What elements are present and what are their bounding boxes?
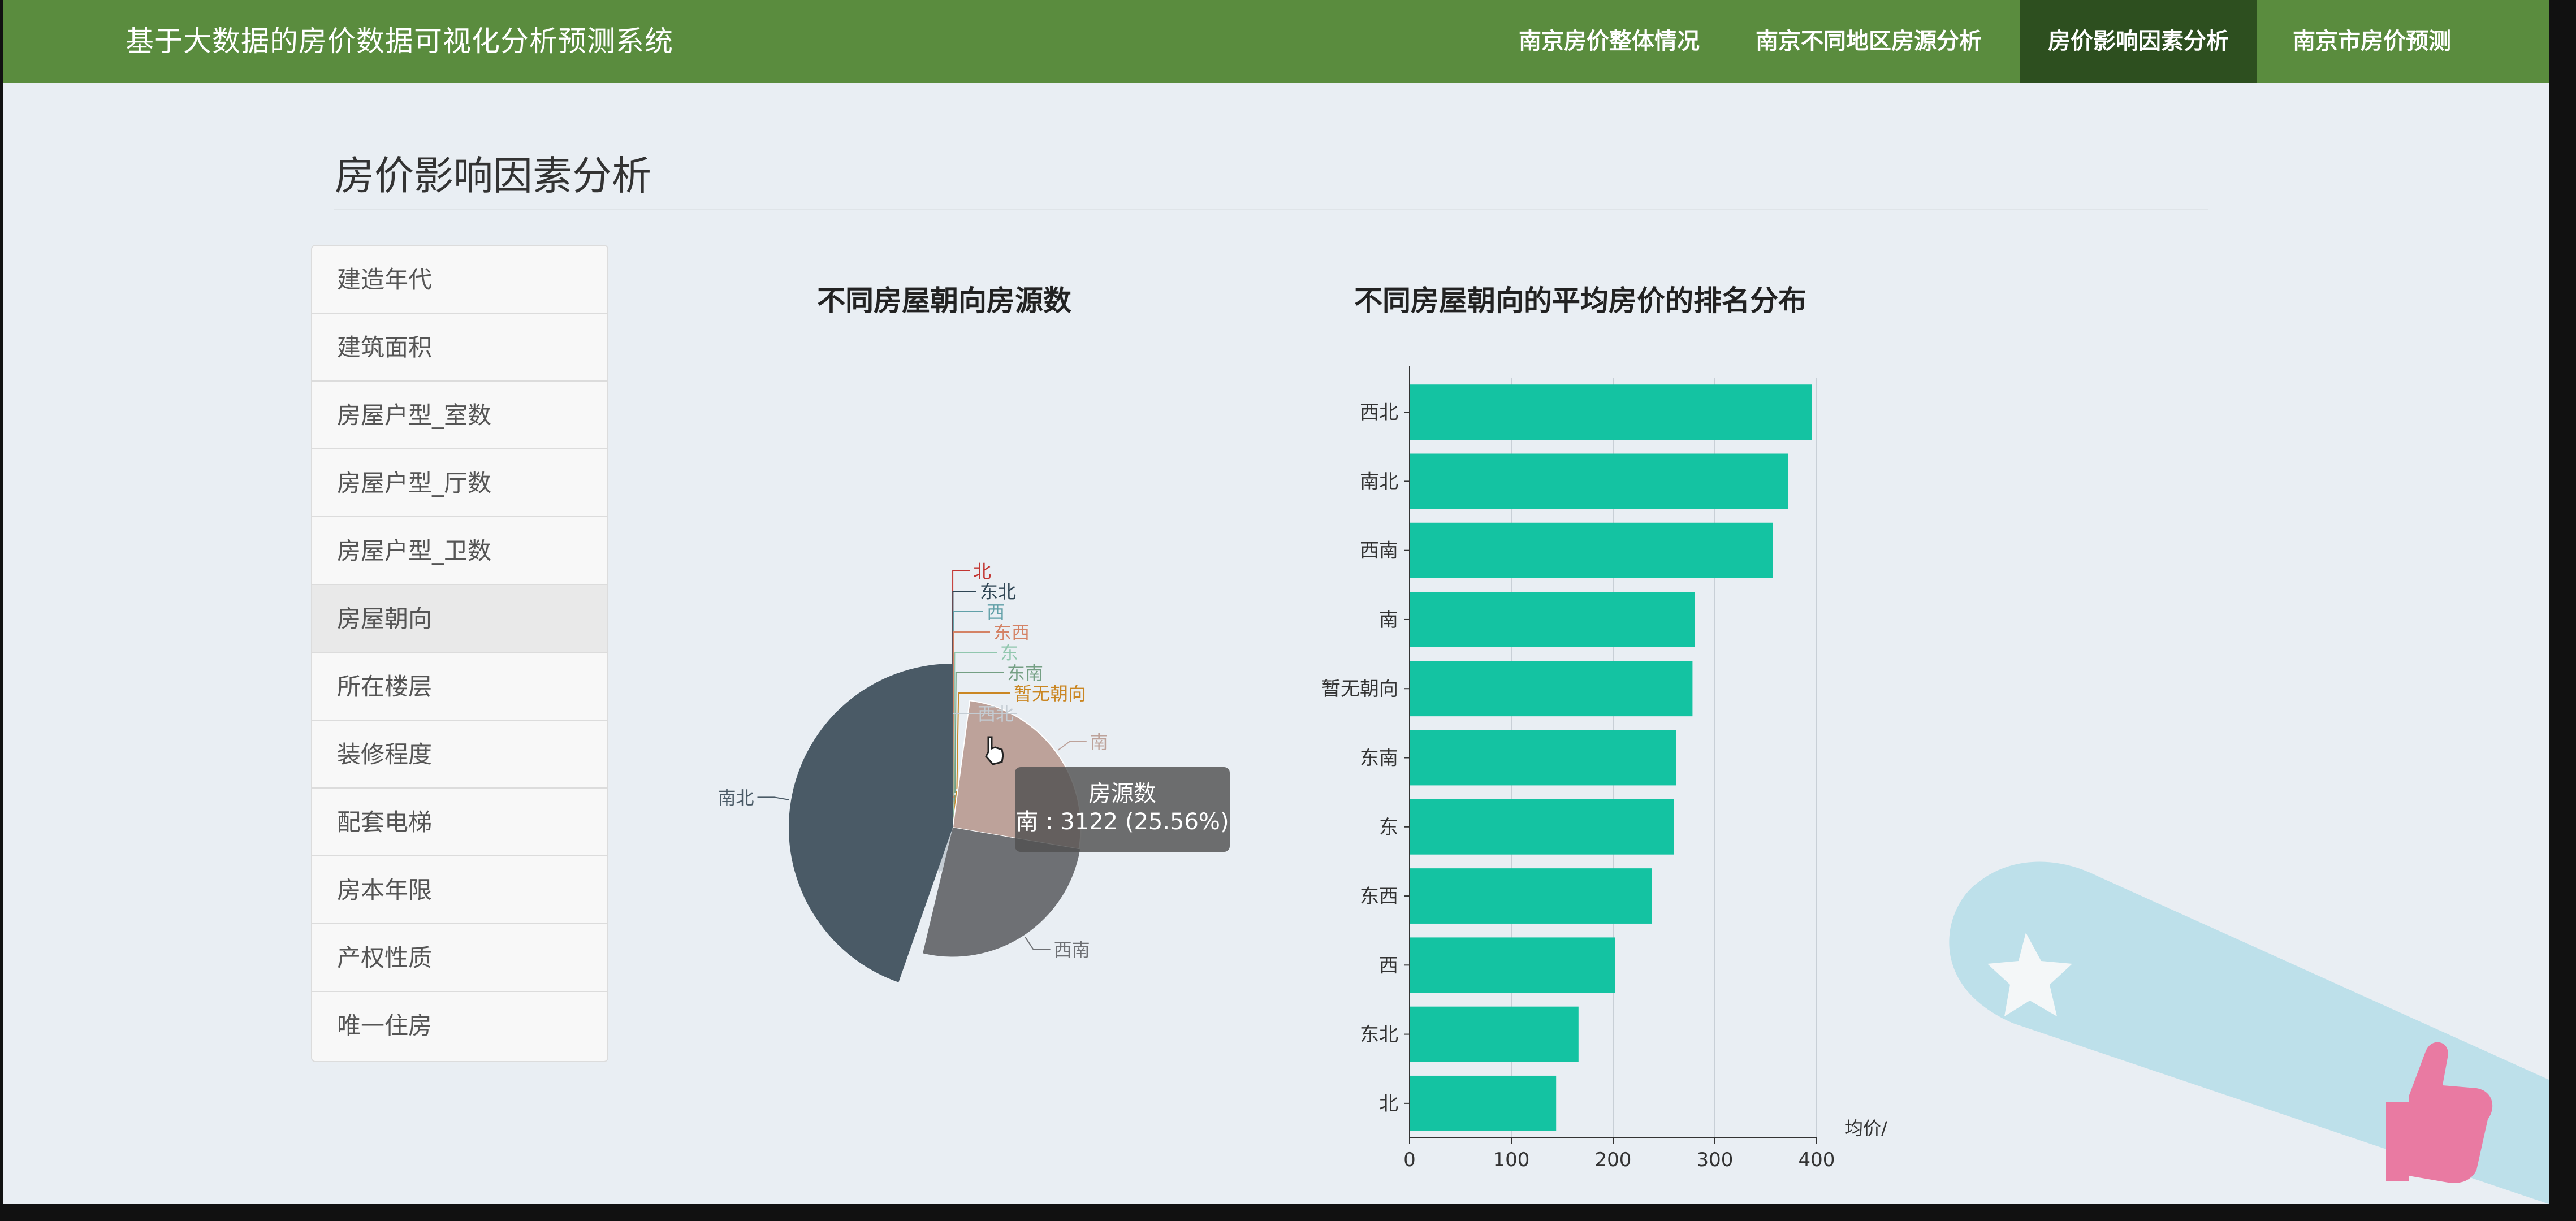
y-tick-label: 北 (1379, 1093, 1398, 1115)
pie-tooltip: 房源数 南 : 3122 (25.56%) (1015, 767, 1230, 852)
screen-bezel-bottom (0, 1204, 2576, 1221)
bar-chart-title: 不同房屋朝向的平均房价的排名分布 (1354, 284, 1806, 317)
x-tick-label: 200 (1595, 1149, 1632, 1171)
x-tick-label: 400 (1799, 1149, 1835, 1171)
pie-label-line (1057, 741, 1087, 751)
y-tick-label: 西南 (1360, 540, 1398, 562)
pie-chart-title: 不同房屋朝向房源数 (817, 284, 1071, 317)
pie-slice-label: 东北 (980, 581, 1016, 603)
pie-slice-label: 西南 (1054, 939, 1090, 961)
x-tick-label: 0 (1403, 1149, 1416, 1171)
pie-slice-label: 西北 (978, 703, 1014, 725)
menu-item-only-home[interactable]: 唯一住房 (312, 992, 607, 1060)
y-tick-label: 西北 (1360, 401, 1398, 424)
nav-item-overview[interactable]: 南京房价整体情况 (1496, 0, 1722, 83)
menu-item-floor[interactable]: 所在楼层 (312, 653, 607, 721)
y-tick-label: 南 (1379, 609, 1398, 631)
menu-item-orientation[interactable]: 房屋朝向 (312, 585, 607, 653)
tooltip-value: 南 : 3122 (25.56%) (1015, 809, 1229, 835)
menu-item-ownership[interactable]: 产权性质 (312, 924, 607, 992)
bar[interactable] (1410, 799, 1674, 855)
factor-menu: 建造年代 建筑面积 房屋户型_室数 房屋户型_厅数 房屋户型_卫数 房屋朝向 所… (311, 245, 608, 1062)
bar[interactable] (1410, 661, 1693, 717)
pie-slice-label: 北 (973, 561, 991, 582)
bar[interactable] (1410, 453, 1788, 509)
pie-slice-label: 南 (1090, 731, 1108, 753)
pie-slice-label: 暂无朝向 (1014, 683, 1086, 704)
bar[interactable] (1410, 384, 1812, 440)
menu-item-halls[interactable]: 房屋户型_厅数 (312, 449, 607, 517)
tooltip-title: 房源数 (1088, 781, 1156, 807)
x-axis-label: 均价/ (1845, 1118, 1887, 1139)
pie-slice-label: 东西 (993, 622, 1030, 643)
y-tick-label: 东 (1379, 816, 1398, 839)
pie-slice-label: 东南 (1007, 663, 1043, 684)
y-tick-label: 东西 (1360, 885, 1398, 908)
bar[interactable] (1410, 730, 1676, 786)
page-title: 房价影响因素分析 (335, 153, 651, 199)
menu-item-area[interactable]: 建筑面积 (312, 314, 607, 382)
orientation-price-bar-chart[interactable]: 0 100 200 300 400 西北南北西南南暂无朝向东南东东西西东北北均价/ (1289, 350, 1911, 1187)
menu-item-property-years[interactable]: 房本年限 (312, 856, 607, 924)
top-navbar: 基于大数据的房价数据可视化分析预测系统 南京房价整体情况 南京不同地区房源分析 … (0, 0, 2549, 83)
y-tick-label: 东北 (1360, 1024, 1398, 1046)
screen-bezel-right (2549, 0, 2576, 1221)
bar[interactable] (1410, 868, 1652, 924)
menu-item-rooms[interactable]: 房屋户型_室数 (312, 382, 607, 449)
app-page: 基于大数据的房价数据可视化分析预测系统 南京房价整体情况 南京不同地区房源分析 … (0, 0, 2576, 1221)
title-divider (334, 209, 2208, 210)
y-tick-label: 东南 (1360, 747, 1398, 770)
bar[interactable] (1410, 1075, 1557, 1131)
y-tick-label: 西 (1379, 954, 1398, 977)
pie-slice-label: 西 (987, 601, 1005, 623)
nav-item-factors[interactable]: 房价影响因素分析 (2020, 0, 2257, 83)
screen-bezel-left (0, 0, 3, 1221)
nav-item-prediction[interactable]: 南京市房价预测 (2259, 0, 2485, 83)
nav-item-district[interactable]: 南京不同地区房源分析 (1736, 0, 2002, 83)
y-tick-label: 暂无朝向 (1321, 678, 1398, 700)
menu-item-baths[interactable]: 房屋户型_卫数 (312, 517, 607, 585)
bar[interactable] (1410, 1006, 1579, 1062)
x-tick-label: 300 (1697, 1149, 1734, 1171)
pie-label-line (1025, 937, 1051, 950)
mouse-cursor-icon (985, 736, 1004, 765)
pie-slice-label: 东 (1000, 642, 1018, 664)
x-tick-label: 100 (1493, 1149, 1530, 1171)
brand-title[interactable]: 基于大数据的房价数据可视化分析预测系统 (126, 0, 673, 83)
decorative-sticker (1949, 861, 2549, 1204)
menu-item-build-year[interactable]: 建造年代 (312, 246, 607, 314)
pie-label-line (757, 796, 789, 800)
bar[interactable] (1410, 937, 1615, 993)
bar[interactable] (1410, 522, 1773, 578)
menu-item-elevator[interactable]: 配套电梯 (312, 789, 607, 856)
pie-slice-label: 南北 (718, 787, 754, 808)
bar[interactable] (1410, 592, 1695, 647)
y-tick-label: 南北 (1360, 470, 1398, 493)
menu-item-decoration[interactable]: 装修程度 (312, 721, 607, 789)
